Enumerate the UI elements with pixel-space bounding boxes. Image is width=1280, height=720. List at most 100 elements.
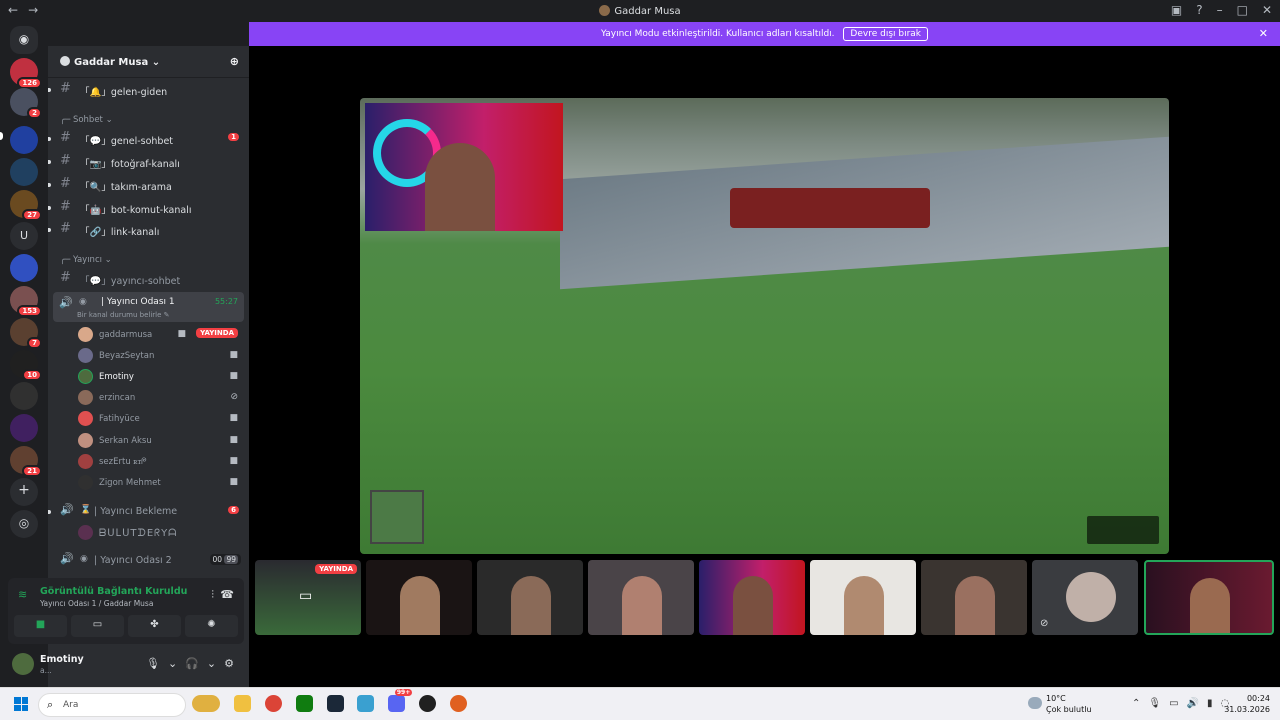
server-icon[interactable]: 2 bbox=[10, 88, 42, 119]
steam-icon[interactable] bbox=[326, 695, 344, 712]
app-icon[interactable] bbox=[419, 695, 437, 712]
activities-button[interactable]: ✤ bbox=[128, 615, 181, 637]
muted-mic-icon: ⊘ bbox=[1040, 618, 1049, 629]
server-icon[interactable]: 153 bbox=[10, 286, 42, 317]
server-icon[interactable] bbox=[10, 414, 38, 442]
channel-takim-arama[interactable]: # 「🔍」takım-arama bbox=[48, 175, 249, 195]
voice-member[interactable]: Serkan Aksu ■ bbox=[78, 431, 244, 451]
soundboard-button[interactable]: ✺ bbox=[185, 615, 238, 637]
server-icon[interactable]: 126 bbox=[10, 58, 42, 89]
category-yayinci[interactable]: ╭─ Yayıncı ⌄ bbox=[60, 255, 112, 265]
participant-tile[interactable] bbox=[366, 560, 472, 635]
channel-fotograf-kanali[interactable]: # 「📷」fotoğraf-kanalı bbox=[48, 152, 249, 172]
maximize-icon[interactable]: □ bbox=[1237, 3, 1248, 17]
voice-member[interactable]: Fatihyüce ■ bbox=[78, 409, 244, 429]
server-icon[interactable] bbox=[10, 126, 38, 154]
inbox-icon[interactable]: ▣ bbox=[1171, 3, 1182, 17]
server-icon[interactable] bbox=[10, 158, 38, 186]
battery-icon[interactable]: ▮ bbox=[1207, 698, 1213, 709]
voice-member[interactable]: sezErtu ꭱꭲᖘ ■ bbox=[78, 452, 244, 472]
username[interactable]: Emotiny bbox=[40, 654, 84, 665]
add-server-icon[interactable]: + bbox=[10, 478, 38, 506]
taskbar-clock[interactable]: 00:24 31.03.2026 bbox=[1224, 693, 1270, 715]
participant-tile[interactable]: ⊘ bbox=[1032, 560, 1138, 635]
discord-taskbar-icon[interactable]: 99+ bbox=[388, 689, 413, 712]
participant-tile[interactable] bbox=[477, 560, 583, 635]
voice-member[interactable]: gaddarmusa ■ YAYINDA bbox=[78, 325, 244, 345]
minimize-icon[interactable]: – bbox=[1217, 3, 1223, 17]
channel-bot-komut-kanali[interactable]: # 「🤖」bot-komut-kanalı bbox=[48, 198, 249, 218]
participant-tile[interactable] bbox=[588, 560, 694, 635]
channel-link-kanali[interactable]: # 「🔗」link-kanalı bbox=[48, 220, 249, 240]
help-icon[interactable]: ? bbox=[1196, 3, 1202, 17]
server-icon[interactable]: U bbox=[10, 222, 38, 250]
widgets-icon[interactable] bbox=[192, 695, 220, 712]
category-sohbet[interactable]: ╭─ Sohbet ⌄ bbox=[60, 115, 113, 125]
camera-button[interactable]: ■ bbox=[14, 615, 67, 637]
streamer-figure bbox=[425, 143, 495, 231]
game-minimap bbox=[370, 490, 424, 544]
participant-tile[interactable] bbox=[921, 560, 1027, 635]
server-icon[interactable]: 27 bbox=[10, 190, 42, 221]
chevron-up-icon[interactable]: ⌃ bbox=[1132, 698, 1140, 709]
channel-gelen-giden[interactable]: # 「🔔」gelen-giden bbox=[48, 80, 249, 100]
channel-status[interactable]: Bir kanal durumu belirle ✎ bbox=[77, 311, 170, 319]
streamer-webcam-overlay bbox=[365, 103, 563, 231]
pencil-icon: ✎ bbox=[163, 311, 170, 319]
server-icon[interactable]: 10 bbox=[10, 350, 42, 381]
invite-icon[interactable]: ⊕ bbox=[230, 55, 239, 68]
participant-tile[interactable] bbox=[699, 560, 805, 635]
stream-view[interactable] bbox=[360, 98, 1169, 554]
xbox-icon[interactable] bbox=[295, 695, 313, 712]
voice-member[interactable]: Zigon Mehmet ■ bbox=[78, 473, 244, 493]
server-header[interactable]: Gaddar Musa ⌄ ⊕ bbox=[48, 46, 249, 78]
noise-suppression-icon[interactable]: ⫶ bbox=[211, 588, 214, 602]
app-icon[interactable] bbox=[357, 695, 375, 712]
headphones-icon[interactable]: 🎧 bbox=[185, 657, 199, 670]
unread-indicator bbox=[48, 206, 51, 210]
close-banner-icon[interactable]: ✕ bbox=[1259, 27, 1268, 40]
voice-member[interactable]: BeyazSeytan ■ bbox=[78, 346, 244, 366]
avatar[interactable] bbox=[12, 653, 34, 675]
windows-start-icon[interactable] bbox=[14, 697, 28, 711]
muted-mic-icon: ⊘ bbox=[230, 392, 238, 402]
brave-icon[interactable] bbox=[450, 695, 467, 712]
disconnect-icon[interactable]: ☎ bbox=[220, 588, 234, 601]
volume-icon[interactable]: 🔊 bbox=[1187, 698, 1199, 709]
voice-channel-yayinci-odasi-1[interactable]: 🔊 ◉ | Yayıncı Odası 1 55:27 Bir kanal du… bbox=[53, 292, 244, 322]
microphone-icon[interactable]: 🎙 bbox=[1148, 698, 1161, 709]
server-icon[interactable]: 21 bbox=[10, 446, 42, 477]
server-icon[interactable] bbox=[10, 254, 38, 282]
discover-icon[interactable]: ◎ bbox=[10, 510, 38, 538]
display-icon[interactable]: ▭ bbox=[1169, 698, 1178, 709]
signal-icon[interactable]: ≋ bbox=[18, 588, 27, 601]
channel-yayinci-sohbet[interactable]: # 「💬」yayıncı-sohbet bbox=[48, 269, 249, 289]
participant-tile[interactable]: YAYINDA ▭ bbox=[255, 560, 361, 635]
channel-genel-sohbet[interactable]: # 「💬」genel-sohbet 1 bbox=[48, 129, 249, 149]
settings-gear-icon[interactable]: ⚙ bbox=[224, 657, 234, 670]
taskbar-search[interactable]: ⌕ Ara bbox=[38, 693, 186, 717]
server-icon[interactable] bbox=[10, 382, 38, 410]
voice-member[interactable]: Emotiny ■ bbox=[78, 367, 244, 387]
connection-location[interactable]: Yayıncı Odası 1 / Gaddar Musa bbox=[40, 599, 153, 608]
voice-member[interactable]: erzincan ⊘ bbox=[78, 388, 244, 408]
chevron-down-icon[interactable]: ⌄ bbox=[207, 657, 216, 670]
avatar bbox=[78, 433, 93, 448]
discord-home-icon[interactable]: ◉ bbox=[10, 26, 38, 54]
chrome-icon[interactable] bbox=[264, 695, 282, 712]
voice-channel-yayinci-bekleme[interactable]: 🔊 ⌛ | Yayıncı Bekleme 6 bbox=[48, 502, 249, 522]
server-icon[interactable]: 7 bbox=[10, 318, 42, 349]
voice-member[interactable]: ᗷᑌᒪᑌTᗪEᖇYᗩ bbox=[78, 523, 244, 543]
banner-text: Yayıncı Modu etkinleştirildi. Kullanıcı … bbox=[600, 29, 835, 39]
participant-tile-speaking[interactable] bbox=[1144, 560, 1274, 635]
search-icon: ⌕ bbox=[47, 698, 54, 711]
camera-icon: ■ bbox=[177, 329, 186, 339]
screen-share-button[interactable]: ▭ bbox=[71, 615, 124, 637]
microphone-icon[interactable]: 🎙 bbox=[146, 657, 160, 670]
chevron-down-icon[interactable]: ⌄ bbox=[168, 657, 177, 670]
voice-channel-yayinci-odasi-2[interactable]: 🔊 ◉ | Yayıncı Odası 2 00 99 bbox=[48, 551, 249, 571]
close-window-icon[interactable]: ✕ bbox=[1262, 3, 1272, 17]
file-explorer-icon[interactable] bbox=[233, 695, 251, 712]
disable-streamer-mode-button[interactable]: Devre dışı bırak bbox=[843, 27, 929, 41]
participant-tile[interactable] bbox=[810, 560, 916, 635]
